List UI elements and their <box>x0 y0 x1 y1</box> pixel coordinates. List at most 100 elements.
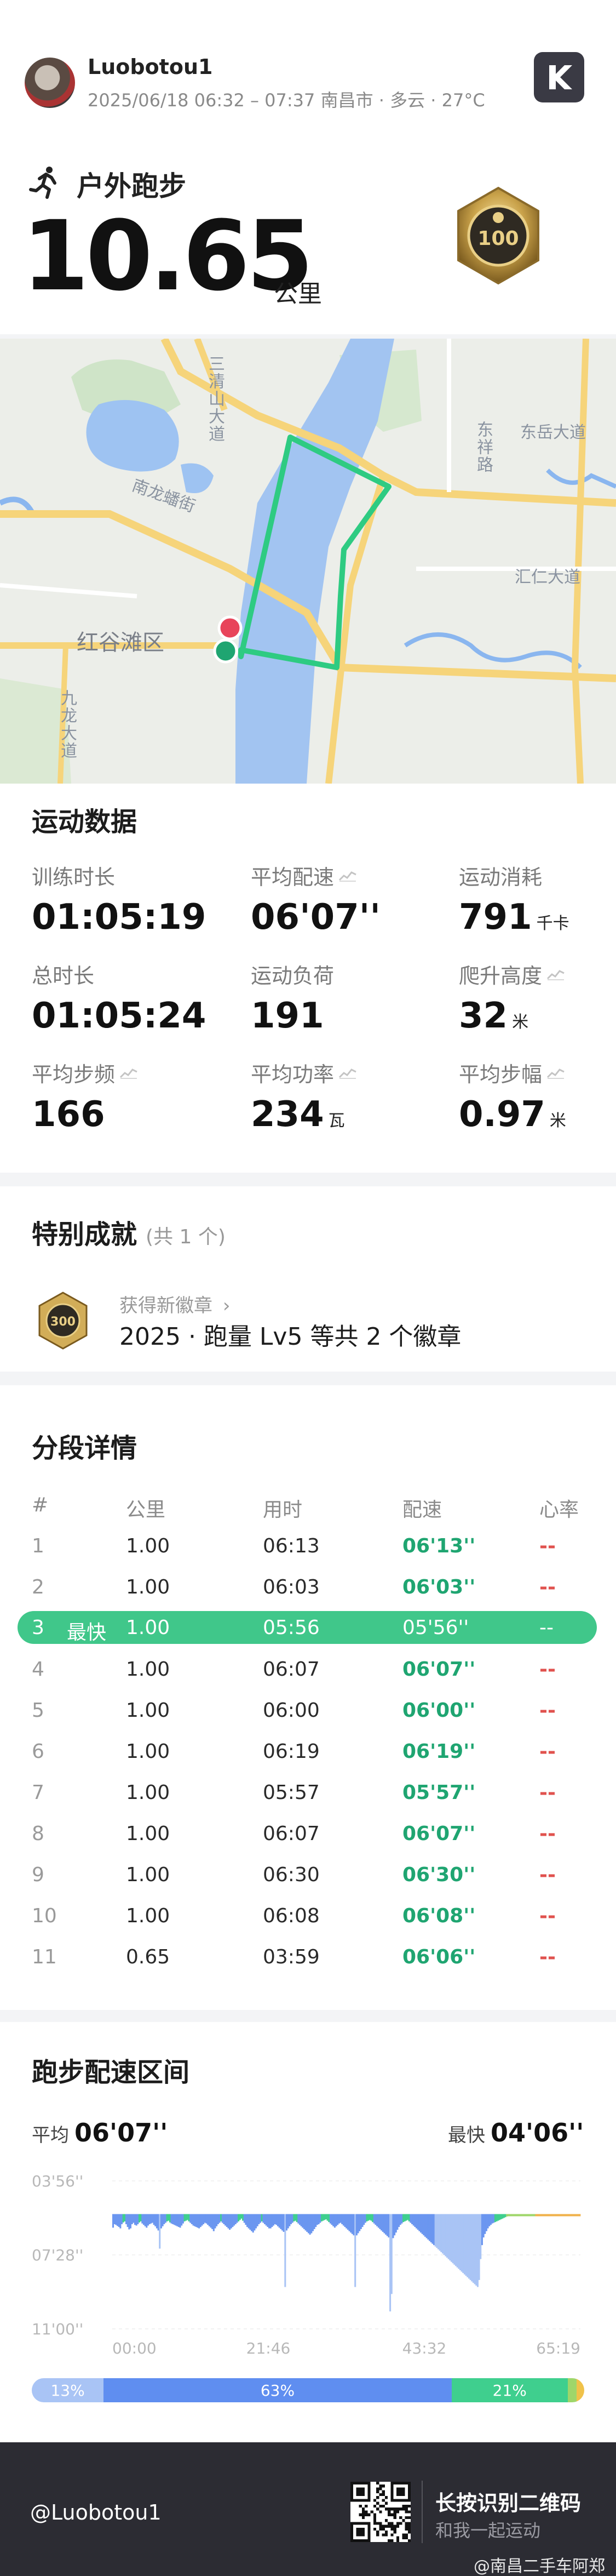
pace-bar <box>125 2214 128 2224</box>
achievements-title-text: 特别成就 <box>32 1219 137 1250</box>
pace-bar <box>454 2214 457 2266</box>
medal-icon[interactable]: 100 <box>446 184 550 288</box>
pace-bar <box>510 2214 513 2217</box>
pace-bar <box>173 2214 175 2225</box>
pace-bar <box>408 2214 410 2221</box>
pace-bar <box>355 2214 358 2236</box>
pace-bar <box>156 2214 158 2229</box>
pace-bar <box>465 2214 467 2276</box>
split-pace: 05'56'' <box>402 1617 469 1639</box>
split-time: 06:08 <box>263 1905 320 1927</box>
split-row[interactable]: 10 1.00 06:08 06'08'' -- <box>0 1895 616 1935</box>
y-tick-label: 11'00'' <box>32 2320 83 2338</box>
keep-logo-icon[interactable] <box>534 52 584 102</box>
splits-header: # 公里 用时 配速 心率 <box>0 1484 616 1524</box>
pace-bar <box>353 2214 355 2236</box>
split-row[interactable]: 5 1.00 06:00 06'00'' -- <box>0 1689 616 1730</box>
stat-item[interactable]: 平均步频 166 <box>32 1058 218 1135</box>
pace-bar <box>217 2214 219 2224</box>
pace-bar <box>357 2214 359 2234</box>
pace-bar <box>533 2214 536 2217</box>
pace-bar <box>281 2214 284 2231</box>
pace-bar <box>450 2214 452 2262</box>
pace-bar <box>568 2214 571 2217</box>
pace-bar <box>115 2214 117 2225</box>
split-hr: -- <box>539 1946 556 1968</box>
pace-bar <box>285 2214 288 2231</box>
col-idx: # <box>32 1494 49 1516</box>
qr-code-icon[interactable] <box>350 2482 411 2542</box>
stat-item[interactable]: 平均配速 06'07'' <box>251 860 437 938</box>
split-row[interactable]: 7 1.00 05:57 05'57'' -- <box>0 1772 616 1812</box>
pace-bar <box>120 2214 123 2224</box>
split-row[interactable]: 4 1.00 06:07 06'07'' -- <box>0 1648 616 1689</box>
pace-bar <box>539 2214 542 2217</box>
achievements-count: (共 1 个) <box>146 1226 226 1248</box>
split-hr: -- <box>539 1617 554 1639</box>
stat-label: 训练时长 <box>32 865 116 889</box>
stat-item[interactable]: 爬升高度 32 米 <box>459 959 616 1036</box>
pace-bar <box>440 2214 442 2252</box>
pace-zone-segment <box>567 2378 577 2402</box>
split-km: 1.00 <box>126 1535 170 1557</box>
pace-bar <box>194 2214 196 2226</box>
pace-bar <box>247 2214 250 2229</box>
pace-chart[interactable]: 03'56'' 07'28'' 11'00'' 00:00 21:46 43:32 65:1… <box>0 2164 616 2362</box>
pace-bar <box>538 2214 540 2217</box>
pace-bar <box>436 2214 438 2248</box>
split-row[interactable]: 11 0.65 03:59 06'06'' -- <box>0 1936 616 1977</box>
pace-bar <box>555 2214 557 2217</box>
stat-value: 0.97 米 <box>459 1094 566 1135</box>
split-row[interactable]: 1 1.00 06:13 06'13'' -- <box>0 1525 616 1566</box>
pace-bar <box>131 2214 133 2224</box>
pace-bar <box>563 2214 565 2217</box>
pace-bar <box>254 2214 256 2231</box>
pace-bar <box>319 2214 321 2223</box>
avatar[interactable] <box>25 58 75 108</box>
route-map[interactable]: 三清山大道 南龙蟠街 红谷滩区 九龙大道 东祥路 东岳大道 汇仁大道 <box>0 339 616 784</box>
pace-bar <box>354 2214 356 2287</box>
pace-bar <box>463 2214 465 2275</box>
split-row[interactable]: 6 1.00 06:19 06'19'' -- <box>0 1730 616 1771</box>
username[interactable]: Luobotou1 <box>88 55 212 79</box>
pace-bar <box>377 2214 379 2228</box>
pace-bar <box>275 2214 278 2225</box>
pace-bar <box>256 2214 258 2226</box>
pace-bar <box>230 2214 232 2229</box>
split-row[interactable]: 8 1.00 06:07 06'07'' -- <box>0 1813 616 1853</box>
pace-bar <box>396 2214 399 2230</box>
watermark: @南昌二手车阿郑 <box>474 2557 605 2576</box>
new-badge-link[interactable]: 获得新徽章 › <box>119 1290 230 1317</box>
badge-summary[interactable]: 2025 · 跑量 Lv5 等共 2 个徽章 <box>119 1317 461 1352</box>
pace-bar <box>523 2214 526 2217</box>
split-row[interactable]: 2 1.00 06:03 06'03'' -- <box>0 1566 616 1607</box>
pace-bar <box>191 2214 193 2224</box>
badge-value: 300 <box>50 1315 76 1329</box>
pace-bar <box>245 2214 247 2225</box>
distance-unit: 公里 <box>274 280 322 308</box>
badge-icon[interactable]: 300 <box>33 1290 93 1351</box>
pace-bar <box>421 2214 423 2234</box>
pace-bar <box>531 2214 533 2217</box>
pace-bar <box>188 2214 190 2221</box>
pace-bar <box>195 2214 197 2227</box>
stat-item[interactable]: 平均步幅 0.97 米 <box>459 1058 616 1135</box>
splits-card: 分段详情 # 公里 用时 配速 心率 1 1.00 06:13 06'13'' -- 2 1… <box>0 1385 616 2010</box>
pace-bar <box>567 2214 569 2217</box>
pace-bar <box>373 2214 375 2224</box>
pace-bar <box>520 2214 522 2217</box>
pace-bar <box>315 2214 317 2227</box>
split-time: 06:13 <box>263 1535 320 1557</box>
pace-bar <box>144 2214 146 2226</box>
pace-bar <box>181 2214 183 2226</box>
pace-zone-segment: 21% <box>451 2378 568 2402</box>
split-row[interactable]: 3 最快 1.00 05:56 05'56'' -- <box>18 1611 597 1644</box>
stat-item[interactable]: 平均功率 234 瓦 <box>251 1058 437 1135</box>
pace-bar <box>490 2214 492 2225</box>
pace-bar <box>316 2214 318 2225</box>
pace-bar <box>424 2214 427 2237</box>
pace-bar <box>212 2214 215 2231</box>
split-row[interactable]: 9 1.00 06:30 06'30'' -- <box>0 1854 616 1894</box>
trend-chart-icon <box>546 969 565 980</box>
split-hr: -- <box>539 1823 556 1845</box>
